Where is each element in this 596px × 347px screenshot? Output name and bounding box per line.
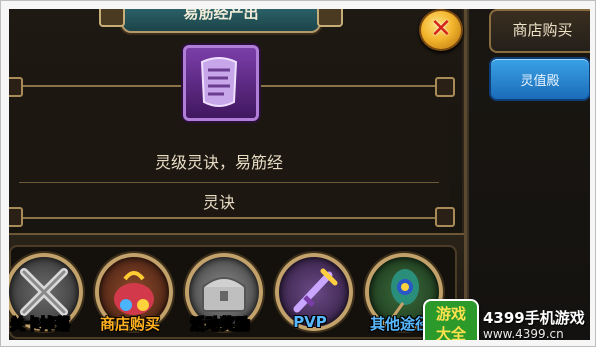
close-button[interactable]: ✕ bbox=[419, 9, 463, 51]
tab-shop-purchase-label: 商店购买 bbox=[512, 21, 573, 39]
info-divider bbox=[19, 182, 439, 183]
source-label-event: 活动奖励 bbox=[189, 315, 250, 333]
game-scene: 易筋经产出 灵级灵诀，易筋经 灵诀 关卡掉落 商店购买 活动奖励 PVP 其他途… bbox=[9, 9, 590, 340]
corner-ornament bbox=[435, 207, 455, 227]
source-label-pvp: PVP bbox=[293, 313, 327, 331]
shop-lingzhidian-button[interactable]: 灵值殿 bbox=[489, 57, 590, 101]
item-type: 灵诀 bbox=[202, 193, 235, 212]
close-icon: ✕ bbox=[430, 14, 452, 44]
watermark-url: www.4399.cn bbox=[483, 327, 564, 340]
title-ornament-left bbox=[99, 9, 125, 27]
item-description: 灵级灵诀，易筋经 bbox=[154, 153, 283, 172]
right-panel: 商店购买 灵值殿 bbox=[467, 9, 590, 340]
dialog-title-bar: 易筋经产出 bbox=[99, 9, 343, 33]
corner-ornament bbox=[9, 77, 23, 97]
source-label-shop: 商店购买 bbox=[99, 315, 160, 333]
shop-lingzhidian-label: 灵值殿 bbox=[520, 74, 560, 89]
title-ornament-right bbox=[317, 9, 343, 27]
corner-ornament bbox=[435, 77, 455, 97]
watermark-logo: 游戏 大全 bbox=[423, 299, 479, 340]
item-scroll-icon[interactable] bbox=[183, 45, 259, 121]
source-label-stage-drop: 关卡掉落 bbox=[9, 315, 70, 333]
dialog-title: 易筋经产出 bbox=[183, 9, 259, 22]
item-source-dialog: 易筋经产出 灵级灵诀，易筋经 灵诀 关卡掉落 商店购买 活动奖励 PVP 其他途… bbox=[9, 9, 467, 340]
watermark-text: 4399手机游戏 bbox=[483, 309, 585, 327]
watermark-logo-line1: 游戏 bbox=[435, 305, 466, 323]
watermark-logo-line2: 大全 bbox=[435, 325, 466, 340]
screenshot-frame: 易筋经产出 灵级灵诀，易筋经 灵诀 关卡掉落 商店购买 活动奖励 PVP 其他途… bbox=[0, 0, 596, 347]
tab-shop-purchase[interactable]: 商店购买 bbox=[489, 9, 590, 53]
source-tray: 关卡掉落 商店购买 活动奖励 PVP 其他途径 bbox=[9, 233, 464, 340]
